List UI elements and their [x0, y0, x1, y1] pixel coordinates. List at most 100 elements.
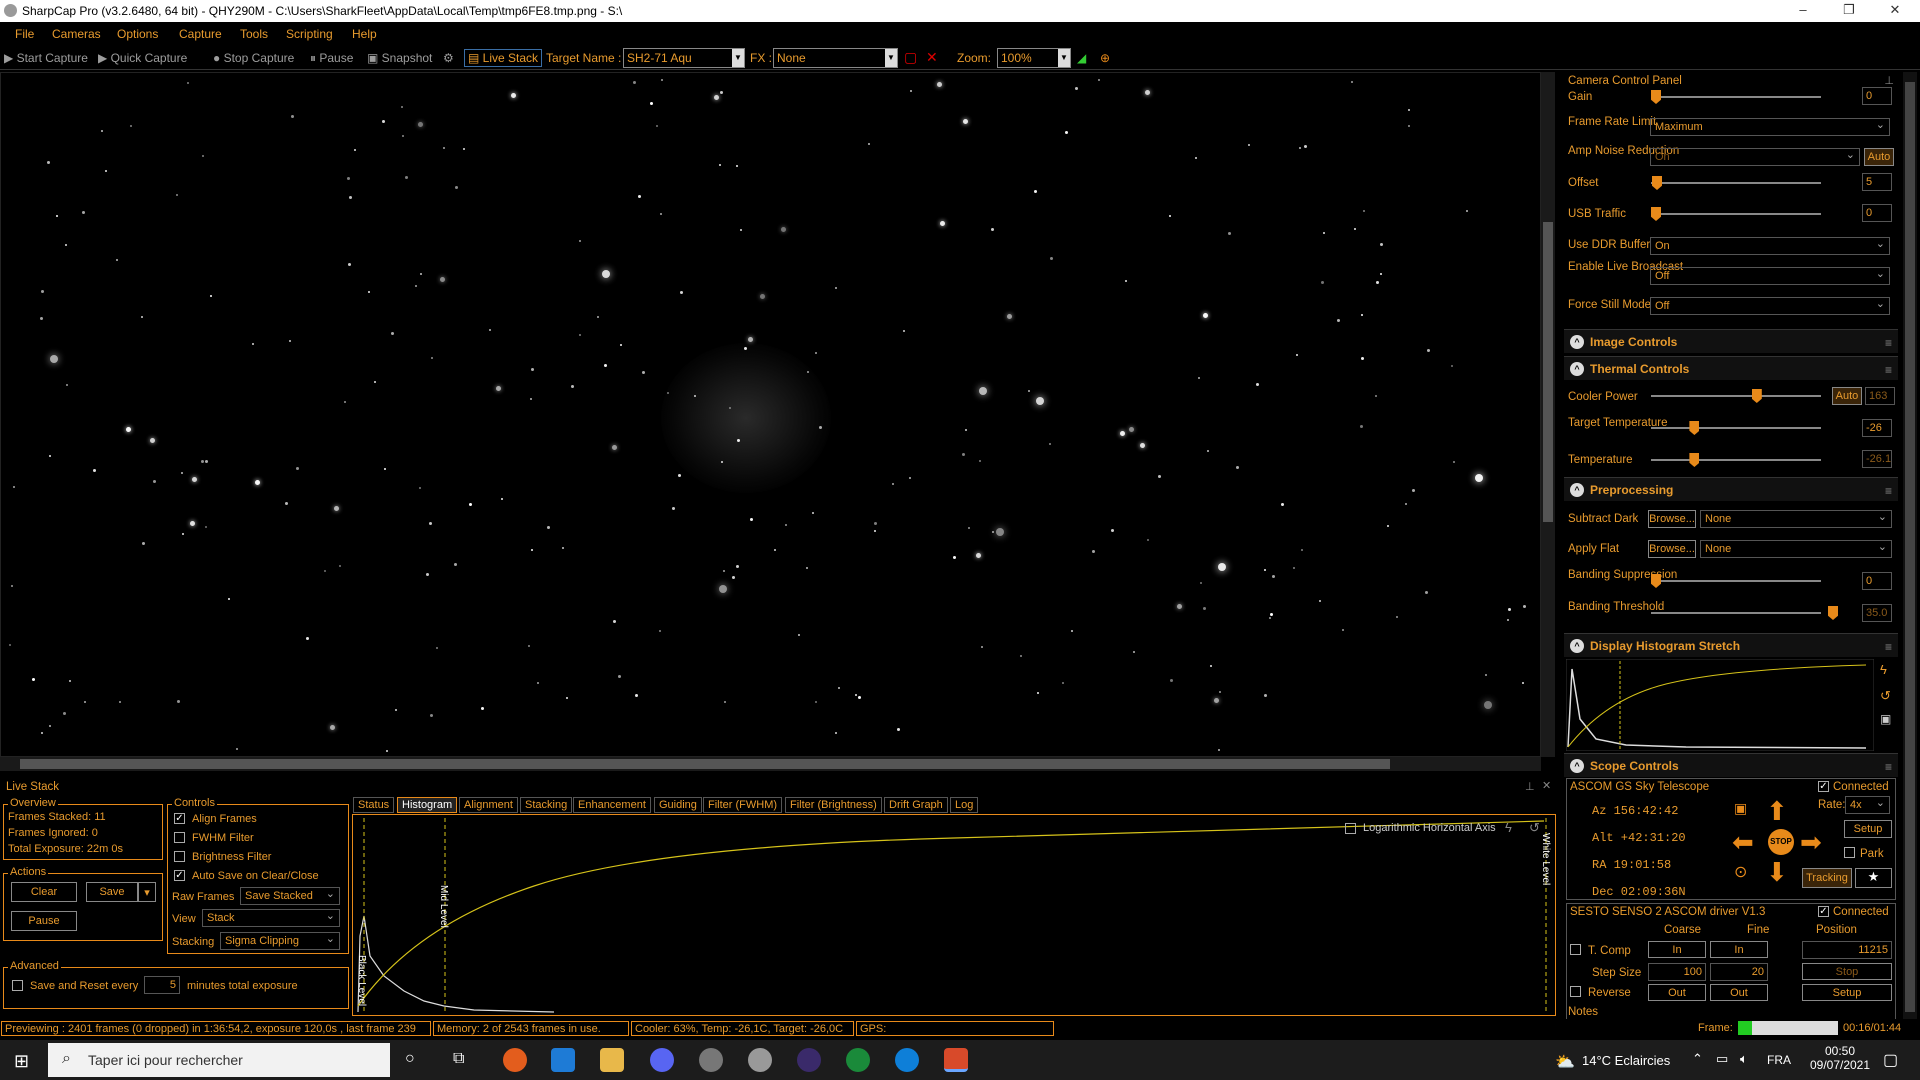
save-dropdown-icon[interactable]: ▾	[138, 882, 156, 902]
fine-step-input[interactable]: 20	[1710, 963, 1768, 981]
reverse-checkbox[interactable]	[1570, 986, 1581, 997]
menu-icon[interactable]: ≡	[1885, 336, 1892, 350]
scope-controls-header[interactable]: ^ Scope Controls ≡	[1564, 753, 1898, 777]
flat-browse-button[interactable]: Browse...	[1648, 540, 1696, 558]
tracking-button[interactable]: Tracking	[1802, 868, 1852, 888]
arrow-down-icon[interactable]: ⬇	[1766, 857, 1788, 888]
stop-capture-button[interactable]: ● Stop Capture	[213, 51, 294, 65]
coarse-out-button[interactable]: Out	[1648, 984, 1706, 1001]
tab-drift-graph[interactable]: Drift Graph	[884, 797, 948, 813]
tray-chevron-icon[interactable]: ⌃	[1692, 1051, 1703, 1067]
force-still-select[interactable]: Off	[1650, 297, 1890, 315]
volume-icon[interactable]: 🔈︎	[1740, 1051, 1748, 1067]
coarse-in-button[interactable]: In	[1648, 941, 1706, 958]
offset-slider[interactable]	[1651, 182, 1821, 184]
tab-histogram[interactable]: Histogram	[397, 797, 458, 813]
save-reset-checkbox[interactable]	[12, 980, 23, 991]
chevron-down-icon[interactable]: ▼	[885, 49, 897, 67]
banding-suppression-thumb[interactable]	[1651, 574, 1661, 588]
target-icon[interactable]: ⊙	[1734, 862, 1747, 882]
fwhm-filter-checkbox[interactable]	[174, 832, 185, 843]
live-image-viewer[interactable]	[0, 72, 1541, 757]
usb-traffic-value[interactable]: 0	[1862, 204, 1892, 222]
subtract-dark-select[interactable]: None	[1700, 510, 1892, 528]
maximize-icon[interactable]: ❐	[1826, 2, 1872, 20]
target-name-input[interactable]: SH2-71 Aqu ▼	[623, 48, 745, 68]
network-icon[interactable]: ▭	[1716, 1051, 1728, 1067]
image-vertical-scrollbar[interactable]	[1541, 72, 1555, 757]
app-icon-4[interactable]	[846, 1048, 870, 1072]
menu-cameras[interactable]: Cameras	[52, 27, 101, 41]
mini-histogram[interactable]	[1566, 659, 1874, 751]
chevron-down-icon[interactable]: ▼	[732, 49, 744, 67]
frame-rate-select[interactable]: Maximum	[1650, 118, 1890, 136]
usb-traffic-slider[interactable]	[1651, 213, 1821, 215]
menu-icon[interactable]: ≡	[1885, 363, 1892, 377]
autosave-checkbox[interactable]: ✓	[174, 870, 185, 881]
home-icon[interactable]: ▣	[1734, 800, 1747, 817]
weather-icon[interactable]: ⛅	[1555, 1052, 1575, 1072]
menu-icon[interactable]: ≡	[1885, 640, 1892, 654]
target-temp-thumb[interactable]	[1689, 421, 1700, 435]
gain-value[interactable]: 0	[1862, 87, 1892, 105]
app-icon-3[interactable]	[797, 1048, 821, 1072]
lightning-icon[interactable]: ϟ	[1505, 820, 1512, 835]
arrow-left-icon[interactable]: ⬅	[1732, 827, 1754, 858]
menu-file[interactable]: File	[15, 27, 34, 41]
taskbar-search[interactable]: ⌕ Taper ici pour rechercher	[48, 1043, 390, 1077]
app-icon-2[interactable]	[748, 1048, 772, 1072]
language-indicator[interactable]: FRA	[1767, 1053, 1791, 1067]
chevron-down-icon[interactable]: ▼	[1058, 49, 1070, 67]
target-temp-slider[interactable]	[1651, 427, 1821, 429]
dark-browse-button[interactable]: Browse...	[1648, 510, 1696, 528]
cooler-power-slider[interactable]	[1651, 395, 1821, 397]
minutes-input[interactable]: 5	[144, 976, 180, 994]
menu-icon[interactable]: ≡	[1885, 760, 1892, 774]
arrow-right-icon[interactable]: ➡	[1800, 827, 1822, 858]
reticle-icon[interactable]: ⊕	[1100, 51, 1110, 65]
pin-icon[interactable]: ⊥	[1525, 780, 1535, 793]
tab-stacking[interactable]: Stacking	[520, 797, 573, 813]
save-button[interactable]: Save	[86, 882, 138, 902]
snapshot-button[interactable]: ▣ Snapshot	[367, 51, 432, 65]
stop-button[interactable]: STOP	[1768, 829, 1794, 855]
tab-guiding[interactable]: Guiding	[654, 797, 702, 813]
fine-in-button[interactable]: In	[1710, 941, 1768, 958]
telescope-connected-checkbox[interactable]: ✓	[1818, 781, 1829, 792]
image-controls-header[interactable]: ^ Image Controls ≡	[1564, 329, 1898, 353]
windows-start-icon[interactable]: ⊞	[14, 1051, 29, 1072]
telescope-setup-button[interactable]: Setup	[1844, 820, 1892, 838]
fine-out-button[interactable]: Out	[1710, 984, 1768, 1001]
stack-histogram[interactable]: Black Level Mid Level White Level Logari…	[352, 814, 1556, 1016]
star-icon[interactable]: ★	[1855, 868, 1892, 888]
tab-log[interactable]: Log	[950, 797, 979, 813]
gain-slider[interactable]	[1651, 96, 1821, 98]
menu-scripting[interactable]: Scripting	[286, 27, 333, 41]
tab-filter-fwhm[interactable]: Filter (FWHM)	[703, 797, 783, 813]
coarse-step-input[interactable]: 100	[1648, 963, 1706, 981]
gain-slider-thumb[interactable]	[1651, 90, 1661, 104]
brightness-filter-checkbox[interactable]	[174, 851, 185, 862]
live-broadcast-select[interactable]: Off	[1650, 267, 1890, 285]
menu-icon[interactable]: ≡	[1885, 484, 1892, 498]
t-comp-checkbox[interactable]	[1570, 944, 1581, 955]
rate-select[interactable]: 4x	[1845, 796, 1890, 814]
offset-value[interactable]: 5	[1862, 173, 1892, 191]
notifications-icon[interactable]: ▢	[1883, 1050, 1898, 1070]
cortana-icon[interactable]: ○	[405, 1050, 415, 1068]
menu-help[interactable]: Help	[352, 27, 377, 41]
save-icon[interactable]: ▣	[1880, 712, 1891, 726]
red-cross-icon[interactable]: ✕	[926, 49, 938, 66]
park-checkbox[interactable]	[1844, 847, 1855, 858]
pause-button[interactable]: ⏸ Pause	[310, 51, 353, 66]
live-stack-button[interactable]: ▤ Live Stack	[464, 49, 543, 67]
menu-tools[interactable]: Tools	[240, 27, 268, 41]
quick-capture-button[interactable]: ▶ Quick Capture	[98, 51, 187, 65]
reset-icon[interactable]: ↺	[1880, 688, 1891, 704]
reset-icon[interactable]: ↺	[1529, 820, 1540, 836]
banding-suppression-value[interactable]: 0	[1862, 572, 1892, 590]
task-view-icon[interactable]: ⧉	[453, 1050, 464, 1068]
settings-icon[interactable]: ⚙	[443, 51, 454, 65]
pause-stack-button[interactable]: Pause	[11, 911, 77, 931]
close-livestack-icon[interactable]: ✕	[1542, 779, 1551, 792]
